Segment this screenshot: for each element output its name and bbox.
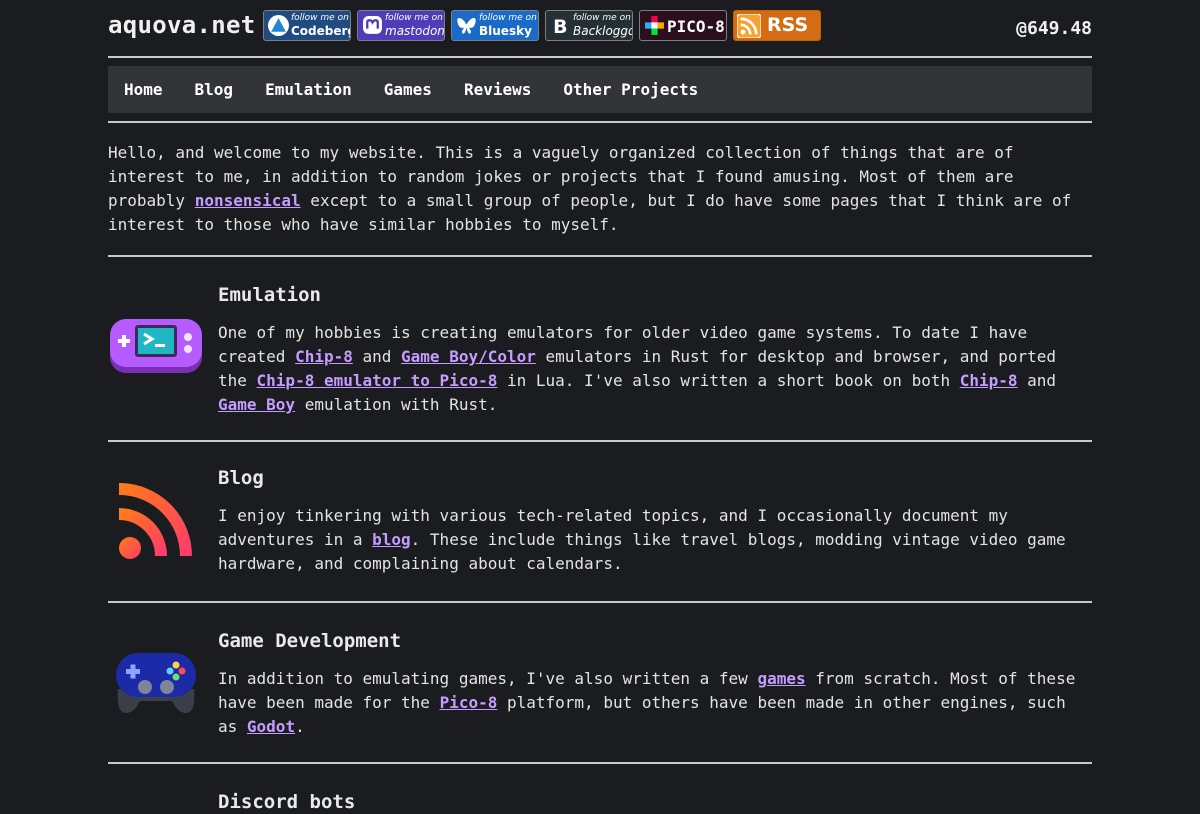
section-body: One of my hobbies is creating emulators …	[218, 321, 1092, 417]
section-body-part: In addition to emulating games, I've als…	[218, 669, 758, 688]
godot-link[interactable]: Godot	[247, 717, 295, 736]
divider	[108, 121, 1092, 123]
section-body-part: in Lua. I've also written a short book o…	[497, 371, 960, 390]
section-body: I enjoy tinkering with various tech-rela…	[218, 504, 1092, 576]
games-link[interactable]: games	[757, 669, 805, 688]
gamepad-icon	[108, 647, 208, 723]
badge-line2: PICO-8	[667, 17, 725, 36]
nav-blog[interactable]: Blog	[195, 80, 234, 99]
section-body: In addition to emulating games, I've als…	[218, 667, 1092, 739]
pico8-badge[interactable]: PICO-8	[639, 10, 727, 41]
section-title: Emulation	[218, 284, 321, 306]
social-badges: follow me on Codeberg follow me on masto…	[263, 10, 821, 41]
nav-other-projects[interactable]: Other Projects	[563, 80, 698, 99]
nav-emulation[interactable]: Emulation	[265, 80, 352, 99]
blog-link[interactable]: blog	[372, 530, 411, 549]
section-text: Game Development In addition to emulatin…	[218, 629, 1092, 739]
section-title: Blog	[218, 467, 264, 489]
section-text: Emulation One of my hobbies is creating …	[218, 283, 1092, 417]
badge-line1: follow me on	[385, 13, 443, 23]
badge-line1: follow me on	[479, 13, 537, 23]
badge-line2: Bluesky	[479, 24, 532, 38]
gameboy-book-link[interactable]: Game Boy	[218, 395, 295, 414]
section-body-part: and	[1017, 371, 1057, 390]
handle-text: @649.48	[1016, 18, 1092, 39]
nav-reviews[interactable]: Reviews	[464, 80, 531, 99]
divider	[108, 56, 1092, 58]
badge-line1: follow me on	[573, 13, 631, 23]
pico8-logo-icon	[645, 16, 664, 35]
nav-games[interactable]: Games	[384, 80, 432, 99]
badge-line2: Backloggd	[573, 24, 633, 38]
section-game-development: Game Development In addition to emulatin…	[108, 603, 1092, 762]
page: aquova.net follow me on Codeberg follow …	[108, 0, 1092, 814]
section-emulation: Emulation One of my hobbies is creating …	[108, 257, 1092, 440]
intro-text: Hello, and welcome to my website. This i…	[108, 141, 1092, 237]
section-body-part: .	[295, 717, 305, 736]
rss-icon	[737, 14, 761, 38]
pico8-link[interactable]: Pico-8	[440, 693, 498, 712]
handheld-console-icon	[108, 317, 208, 381]
gameboy-color-link[interactable]: Game Boy/Color	[401, 347, 536, 366]
backloggd-icon: B	[553, 16, 567, 36]
backloggd-badge[interactable]: B follow me on Backloggd	[545, 10, 633, 41]
section-blog: Blog I enjoy tinkering with various tech…	[108, 442, 1092, 601]
section-discord-bots: Discord bots	[108, 764, 1092, 814]
site-header: aquova.net follow me on Codeberg follow …	[108, 0, 1092, 56]
codeberg-badge[interactable]: follow me on Codeberg	[263, 10, 351, 41]
svg-text:B: B	[553, 16, 567, 36]
chip8-pico8-link[interactable]: Chip-8 emulator to Pico-8	[257, 371, 498, 390]
section-text: Discord bots	[218, 790, 1092, 814]
section-title: Discord bots	[218, 791, 356, 813]
butterfly-icon	[457, 18, 476, 34]
chip8-link[interactable]: Chip-8	[295, 347, 353, 366]
rss-badge[interactable]: RSS	[733, 10, 821, 41]
codeberg-icon	[268, 15, 289, 36]
section-text: Blog I enjoy tinkering with various tech…	[218, 466, 1092, 576]
chip8-book-link[interactable]: Chip-8	[960, 371, 1018, 390]
mastodon-icon	[363, 16, 382, 34]
badge-line2: Codeberg	[291, 24, 351, 38]
nonsensical-link[interactable]: nonsensical	[195, 191, 301, 210]
badge-line1: follow me on	[291, 13, 349, 23]
section-body-part: and	[352, 347, 402, 366]
nav-home[interactable]: Home	[124, 80, 163, 99]
site-title[interactable]: aquova.net	[108, 11, 256, 39]
bluesky-badge[interactable]: follow me on Bluesky	[451, 10, 539, 41]
badge-line2: mastodon	[385, 24, 445, 38]
section-body-part: emulation with Rust.	[295, 395, 498, 414]
badge-line2: RSS	[767, 14, 809, 36]
mastodon-badge[interactable]: follow me on mastodon	[357, 10, 445, 41]
section-title: Game Development	[218, 630, 402, 652]
rss-feed-icon	[108, 482, 208, 570]
main-nav: Home Blog Emulation Games Reviews Other …	[108, 66, 1092, 113]
